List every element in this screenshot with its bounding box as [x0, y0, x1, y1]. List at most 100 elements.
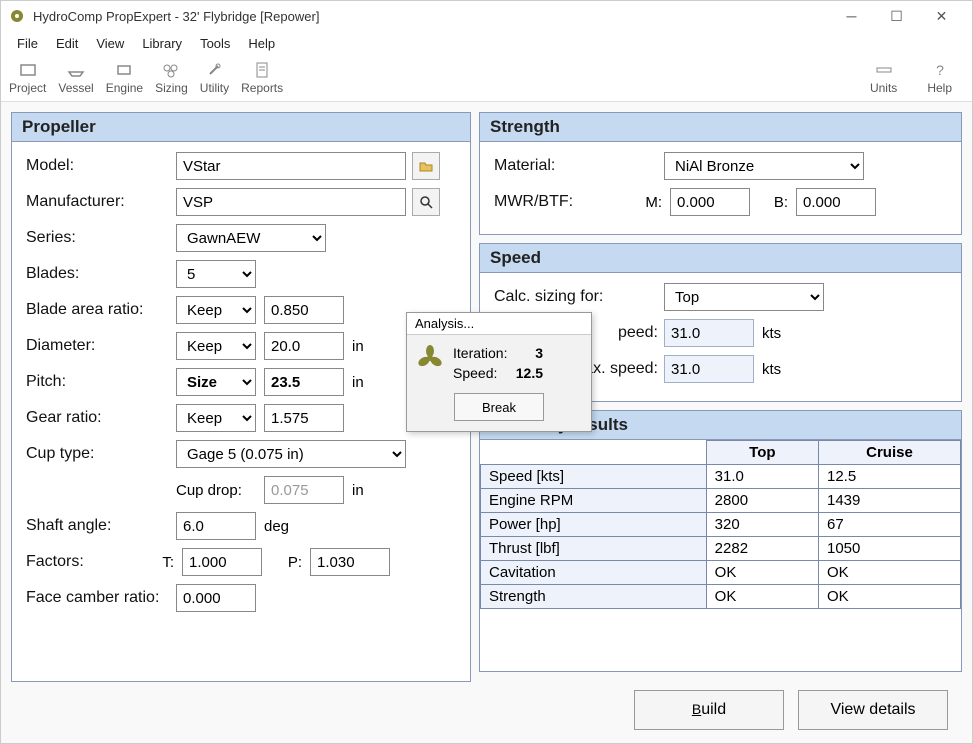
toolbar-help[interactable]: ? Help: [927, 60, 952, 95]
cup-type-label: Cup type:: [26, 445, 176, 463]
diameter-label: Diameter:: [26, 337, 176, 355]
top-speed-unit: kts: [762, 325, 781, 342]
bar-value-input[interactable]: [264, 296, 344, 324]
close-button[interactable]: ✕: [919, 1, 964, 31]
titlebar: HydroComp PropExpert - 32' Flybridge [Re…: [1, 1, 972, 31]
material-select[interactable]: NiAl Bronze: [664, 152, 864, 180]
pitch-value-input[interactable]: [264, 368, 344, 396]
help-icon: ?: [930, 60, 950, 80]
toolbar-vessel[interactable]: Vessel: [58, 60, 93, 95]
manufacturer-search-button[interactable]: [412, 188, 440, 216]
shaft-angle-input[interactable]: [176, 512, 256, 540]
gear-ratio-label: Gear ratio:: [26, 409, 176, 427]
series-label: Series:: [26, 229, 176, 247]
fcr-label: Face camber ratio:: [26, 589, 176, 607]
iteration-label: Iteration:: [453, 345, 513, 361]
top-speed-input: [664, 319, 754, 347]
break-button[interactable]: Break: [454, 393, 544, 421]
row-rpm: Engine RPM28001439: [481, 489, 961, 513]
blades-select[interactable]: 5: [176, 260, 256, 288]
toolbar-engine[interactable]: Engine: [106, 60, 143, 95]
strength-header: Strength: [480, 113, 961, 142]
build-button[interactable]: Build: [634, 690, 784, 730]
cup-drop-input: [264, 476, 344, 504]
cup-drop-label: Cup drop:: [176, 482, 256, 499]
manufacturer-label: Manufacturer:: [26, 193, 176, 211]
b-input[interactable]: [796, 188, 876, 216]
bar-mode-select[interactable]: Keep: [176, 296, 256, 324]
factor-p-input[interactable]: [310, 548, 390, 576]
propeller-panel: Propeller Model: Manufacturer:: [11, 112, 471, 682]
toolbar-reports[interactable]: Reports: [241, 60, 283, 95]
menu-edit[interactable]: Edit: [48, 33, 86, 54]
factor-t-label: T:: [156, 554, 174, 571]
menu-help[interactable]: Help: [240, 33, 283, 54]
row-cavitation: CavitationOKOK: [481, 561, 961, 585]
bar-label: Blade area ratio:: [26, 301, 176, 319]
svg-text:?: ?: [936, 62, 944, 78]
speed-header: Speed: [480, 244, 961, 273]
maximize-button[interactable]: ☐: [874, 1, 919, 31]
model-input[interactable]: [176, 152, 406, 180]
menu-tools[interactable]: Tools: [192, 33, 238, 54]
menubar: File Edit View Library Tools Help: [1, 31, 972, 56]
model-open-button[interactable]: [412, 152, 440, 180]
menu-library[interactable]: Library: [134, 33, 190, 54]
toolbar-project[interactable]: Project: [9, 60, 46, 95]
project-icon: [18, 60, 38, 80]
propeller-icon: [417, 345, 443, 371]
pitch-unit: in: [352, 374, 364, 391]
folder-open-icon: [419, 159, 433, 173]
iteration-value: 3: [513, 345, 543, 361]
analysis-dialog: Analysis... Iteration:3 Speed:12.5 Break: [406, 312, 592, 432]
engine-icon: [114, 60, 134, 80]
cup-drop-unit: in: [352, 482, 364, 499]
manufacturer-input[interactable]: [176, 188, 406, 216]
app-window: HydroComp PropExpert - 32' Flybridge [Re…: [0, 0, 973, 744]
gear-ratio-value-input[interactable]: [264, 404, 344, 432]
dlg-speed-label: Speed:: [453, 365, 513, 381]
vessel-icon: [66, 60, 86, 80]
fcr-input[interactable]: [176, 584, 256, 612]
shaft-angle-label: Shaft angle:: [26, 517, 176, 535]
diameter-value-input[interactable]: [264, 332, 344, 360]
m-input[interactable]: [670, 188, 750, 216]
window-title: HydroComp PropExpert - 32' Flybridge [Re…: [33, 9, 829, 24]
strength-panel: Strength Material: NiAl Bronze MWR/BTF: …: [479, 112, 962, 235]
minimize-button[interactable]: ─: [829, 1, 874, 31]
summary-table: Top Cruise Speed [kts]31.012.5 Engine RP…: [480, 440, 961, 609]
b-label: B:: [750, 194, 788, 211]
series-select[interactable]: GawnAEW: [176, 224, 326, 252]
col-top: Top: [706, 441, 818, 465]
view-details-button[interactable]: View details: [798, 690, 948, 730]
toolbar-units[interactable]: Units: [870, 60, 897, 95]
dlg-speed-value: 12.5: [513, 365, 543, 381]
sizing-icon: [161, 60, 181, 80]
shaft-angle-unit: deg: [264, 518, 289, 535]
analysis-dialog-title: Analysis...: [407, 313, 591, 335]
factor-t-input[interactable]: [182, 548, 262, 576]
material-label: Material:: [494, 157, 664, 175]
diameter-mode-select[interactable]: Keep: [176, 332, 256, 360]
col-cruise: Cruise: [818, 441, 960, 465]
menu-file[interactable]: File: [9, 33, 46, 54]
app-icon: [9, 8, 25, 24]
toolbar-utility[interactable]: Utility: [200, 60, 229, 95]
diameter-unit: in: [352, 338, 364, 355]
calc-sizing-label: Calc. sizing for:: [494, 288, 664, 306]
search-icon: [419, 195, 433, 209]
row-speed: Speed [kts]31.012.5: [481, 465, 961, 489]
row-thrust: Thrust [lbf]22821050: [481, 537, 961, 561]
cup-type-select[interactable]: Gage 5 (0.075 in): [176, 440, 406, 468]
pitch-mode-select[interactable]: Size: [176, 368, 256, 396]
summary-header-row: Top Cruise: [481, 441, 961, 465]
mwr-label: MWR/BTF:: [494, 193, 614, 211]
bottom-button-bar: Build View details: [479, 680, 962, 730]
gear-ratio-mode-select[interactable]: Keep: [176, 404, 256, 432]
m-label: M:: [614, 194, 662, 211]
model-label: Model:: [26, 157, 176, 175]
calc-sizing-select[interactable]: Top: [664, 283, 824, 311]
toolbar-sizing[interactable]: Sizing: [155, 60, 188, 95]
summary-panel: Summary results Top Cruise Speed [kts]31…: [479, 410, 962, 672]
menu-view[interactable]: View: [88, 33, 132, 54]
